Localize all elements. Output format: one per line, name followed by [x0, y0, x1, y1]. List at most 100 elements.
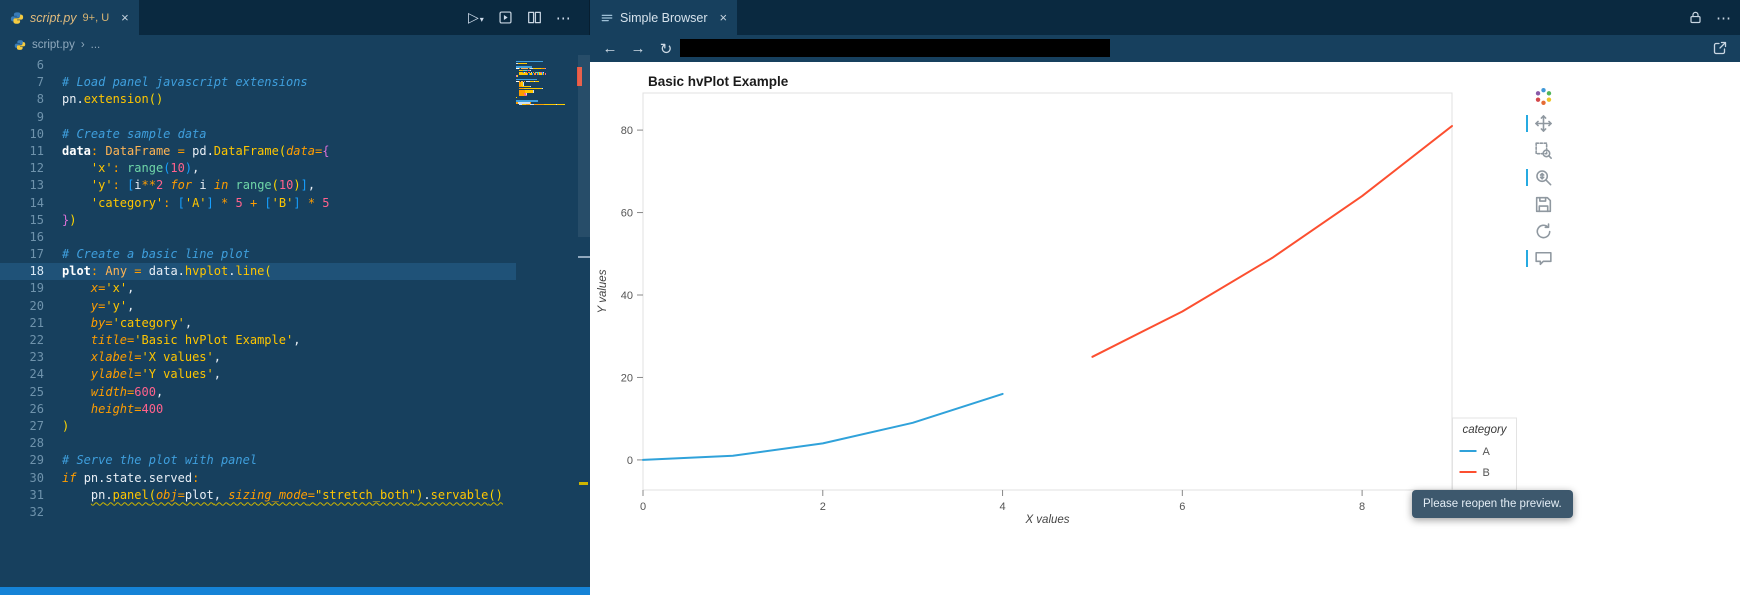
url-input-redacted[interactable] [680, 39, 1110, 57]
code-line[interactable]: 24 ylabel='Y values', [0, 366, 516, 383]
x-tick-label: 6 [1179, 501, 1185, 513]
tab-bar: script.py 9+, U × ▷ ▾ ⋯ Simple Browser ×… [0, 0, 1740, 62]
line-number: 22 [29, 333, 44, 347]
code-token: range [127, 161, 164, 176]
code-text: ) [44, 418, 69, 435]
workspace-trust-lock-icon[interactable] [1688, 10, 1703, 25]
wheel-zoom-tool-icon[interactable] [1525, 167, 1554, 188]
code-text: # Create sample data [44, 126, 207, 143]
code-line[interactable]: 32 [0, 504, 516, 521]
code-editor[interactable]: 6 7 # Load panel javascript extensions 8 pn.… [0, 55, 590, 587]
code-line[interactable]: 15}) [0, 212, 516, 229]
code-line[interactable]: 11 data: DataFrame = pd.DataFrame(data={ [0, 143, 516, 160]
code-line[interactable]: 9 [0, 109, 516, 126]
code-token: = [105, 315, 113, 330]
code-line[interactable]: 16 [0, 229, 516, 246]
code-token: = [134, 264, 142, 279]
breadcrumb-symbol[interactable]: ... [91, 39, 101, 51]
code-token: , [307, 178, 316, 193]
series-A [642, 392, 1004, 461]
code-line[interactable]: 27) [0, 418, 516, 435]
code-line[interactable]: 20 y='y', [0, 298, 516, 315]
close-icon[interactable]: × [121, 10, 129, 25]
browser-viewport: Basic hvPlot Example 0 2 4 6 8 0 20 40 60 80 X valu… [590, 62, 1740, 595]
x-tick-label: 8 [1359, 501, 1365, 513]
code-line[interactable]: 25 width=600, [0, 384, 516, 401]
more-actions-icon[interactable]: ⋯ [1716, 9, 1732, 27]
close-icon[interactable]: × [720, 10, 728, 25]
reset-tool-icon[interactable] [1533, 221, 1554, 242]
tab-script-py[interactable]: script.py 9+, U × [0, 0, 139, 35]
line-number: 18 [29, 264, 44, 279]
python-icon [10, 11, 24, 25]
line-number: 28 [29, 436, 44, 451]
horizontal-scrollbar[interactable] [0, 587, 590, 595]
code-line[interactable]: 12 'x': range(10), [0, 160, 516, 177]
run-python-file-button[interactable]: ▷ ▾ [468, 9, 484, 26]
code-line[interactable]: 31 pn.panel(obj=plot, sizing_mode="stret… [0, 487, 516, 504]
forward-icon[interactable]: → [630, 40, 646, 57]
python-icon [14, 39, 26, 51]
code-line[interactable]: 10 # Create sample data [0, 126, 516, 143]
tab-simple-browser[interactable]: Simple Browser × [590, 0, 738, 35]
y-axis-label: Y values [597, 269, 609, 313]
secondary-run-icon[interactable] [498, 10, 513, 25]
code-line[interactable]: 17 # Create a basic line plot [0, 246, 516, 263]
minimap[interactable] [516, 59, 578, 108]
back-icon[interactable]: ← [602, 40, 618, 57]
code-line[interactable]: 30 if pn.state.served: [0, 470, 516, 487]
code-line[interactable]: 21 by='category', [0, 315, 516, 332]
code-token: ylabel [90, 367, 135, 382]
open-external-icon[interactable] [1712, 40, 1728, 56]
code-line[interactable]: 18 plot: Any = data.hvplot.line( [0, 263, 516, 281]
hover-tool-icon[interactable] [1525, 248, 1554, 269]
code-token: panel [112, 487, 149, 502]
holoviews-logo-icon[interactable] [1533, 86, 1554, 107]
breadcrumb-separator: › [80, 39, 85, 51]
code-text: x='x', [44, 280, 134, 297]
code-line[interactable]: 8 pn.extension() [0, 91, 516, 108]
reload-icon[interactable]: ↻ [658, 40, 674, 58]
code-line[interactable]: 13 'y': [i**2 for i in range(10)], [0, 177, 516, 194]
code-token: Any [105, 264, 128, 279]
code-line[interactable]: 6 [0, 57, 516, 74]
code-line[interactable]: 22 title='Basic hvPlot Example', [0, 332, 516, 349]
code-line[interactable]: 19 x='x', [0, 280, 516, 297]
code-line[interactable]: 28 [0, 435, 516, 452]
more-actions-icon[interactable]: ⋯ [556, 9, 572, 27]
code-line[interactable]: 29 # Serve the plot with panel [0, 452, 516, 469]
breadcrumb-file[interactable]: script.py [32, 39, 75, 51]
vertical-scrollbar[interactable] [578, 55, 590, 237]
code-text: plot: Any = data.hvplot.line( [44, 263, 272, 280]
code-text: data: DataFrame = pd.DataFrame(data={ [44, 143, 329, 160]
save-tool-icon[interactable] [1533, 194, 1554, 215]
code-token: ( [148, 487, 156, 502]
overview-ruler-warning-marker [579, 482, 588, 485]
code-line[interactable]: 26 height=400 [0, 401, 516, 418]
legend-label-A[interactable]: A [1483, 446, 1491, 458]
code-line[interactable]: 23 xlabel='X values', [0, 349, 516, 366]
pan-tool-icon[interactable] [1525, 113, 1554, 134]
line-number: 21 [29, 315, 44, 330]
code-line[interactable]: 14 'category': ['A'] * 5 + ['B'] * 5 [0, 195, 516, 212]
split-editor-icon[interactable] [527, 10, 542, 25]
line-number: 29 [29, 453, 44, 468]
code-token: # Create sample data [62, 126, 207, 141]
code-line[interactable]: 7 # Load panel javascript extensions [0, 74, 516, 91]
code-token: ] [206, 195, 214, 210]
tab-label: Simple Browser [620, 10, 708, 25]
legend-label-B[interactable]: B [1483, 467, 1490, 479]
code-token: 'Basic hvPlot Example' [134, 333, 294, 347]
box-zoom-tool-icon[interactable] [1533, 140, 1554, 161]
code-token: pn [83, 470, 99, 485]
